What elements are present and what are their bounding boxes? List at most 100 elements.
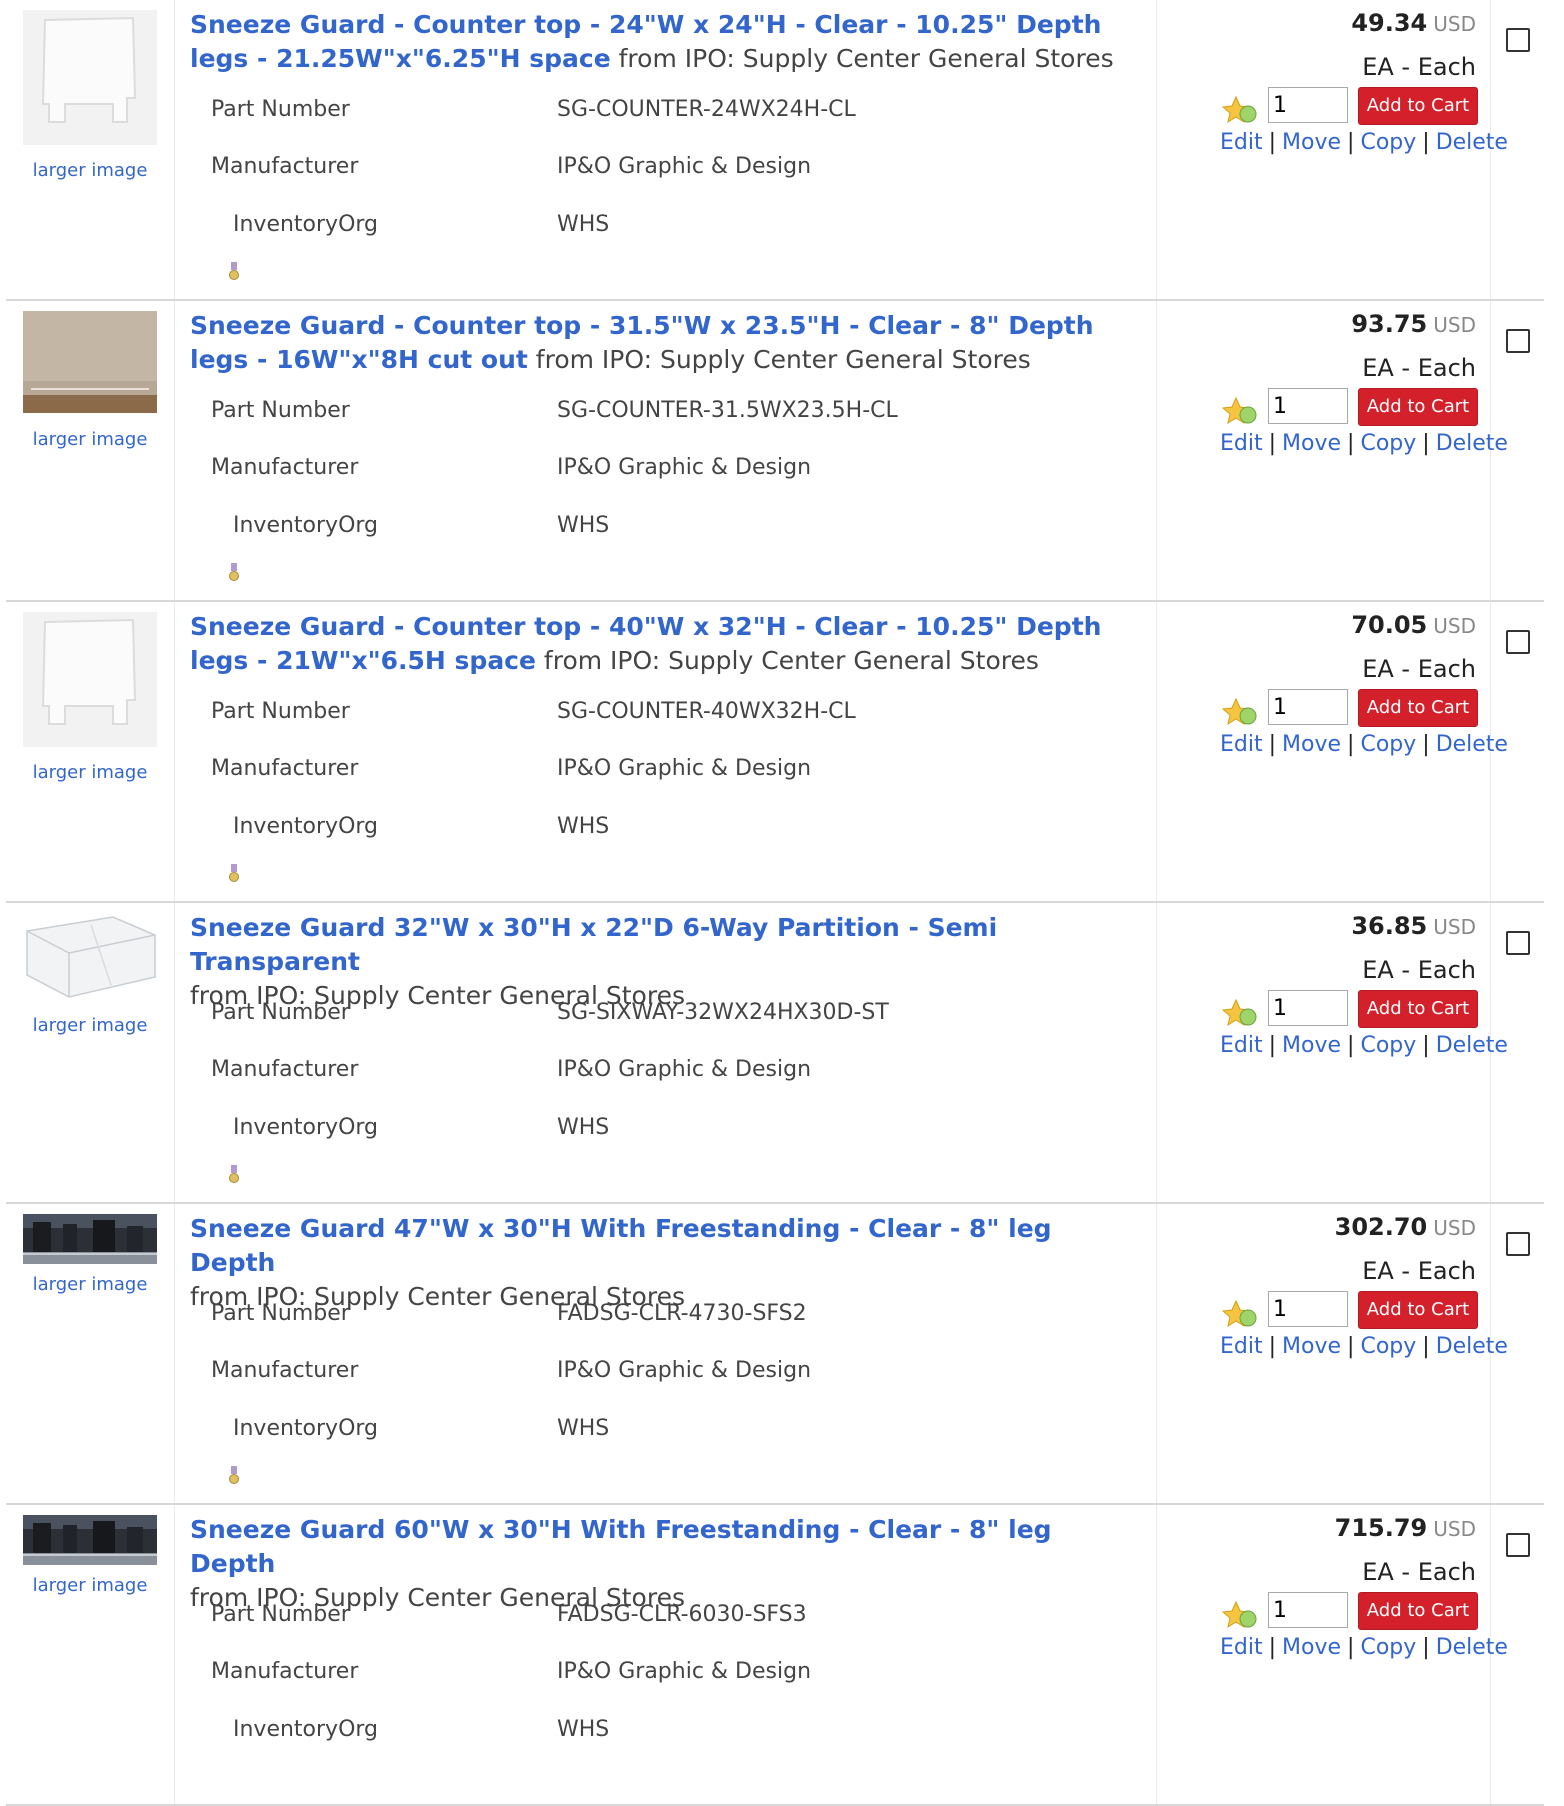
- manufacturer-value: IP&O Graphic & Design: [557, 1057, 812, 1082]
- favorite-star-icon[interactable]: [1222, 396, 1258, 426]
- larger-image-link[interactable]: larger image: [6, 1575, 174, 1596]
- edit-link[interactable]: Edit: [1220, 1635, 1263, 1660]
- unit-of-measure: EA - Each: [1362, 354, 1476, 382]
- delete-link[interactable]: Delete: [1436, 732, 1508, 757]
- select-checkbox[interactable]: [1506, 329, 1530, 353]
- separator: |: [1268, 431, 1277, 456]
- part-number-label: Part Number: [211, 97, 350, 122]
- quantity-input[interactable]: [1268, 990, 1348, 1026]
- product-name-link[interactable]: Sneeze Guard 60"W x 30"H With Freestandi…: [190, 1515, 1052, 1578]
- product-thumbnail[interactable]: [23, 913, 157, 1003]
- move-link[interactable]: Move: [1282, 1033, 1341, 1058]
- move-link[interactable]: Move: [1282, 1334, 1341, 1359]
- delete-link[interactable]: Delete: [1436, 1635, 1508, 1660]
- favorite-star-icon[interactable]: [1222, 95, 1258, 125]
- inventory-org-value: WHS: [557, 513, 610, 538]
- quantity-input[interactable]: [1268, 388, 1348, 424]
- select-checkbox[interactable]: [1506, 1232, 1530, 1256]
- select-checkbox[interactable]: [1506, 28, 1530, 52]
- separator: |: [1268, 1033, 1277, 1058]
- add-to-cart-button[interactable]: Add to Cart: [1358, 689, 1478, 727]
- edit-link[interactable]: Edit: [1220, 130, 1263, 155]
- quantity-input[interactable]: [1268, 87, 1348, 123]
- delete-link[interactable]: Delete: [1436, 431, 1508, 456]
- favorite-star-icon[interactable]: [1222, 1600, 1258, 1630]
- separator: |: [1268, 1334, 1277, 1359]
- part-number-value: FADSG-CLR-6030-SFS3: [557, 1602, 807, 1627]
- medal-icon: [229, 1165, 239, 1183]
- product-name-link[interactable]: Sneeze Guard 47"W x 30"H With Freestandi…: [190, 1214, 1052, 1277]
- separator: |: [1347, 1635, 1355, 1660]
- manufacturer-label: Manufacturer: [211, 1659, 359, 1684]
- select-checkbox[interactable]: [1506, 1533, 1530, 1557]
- unit-of-measure: EA - Each: [1362, 956, 1476, 984]
- add-to-cart-button[interactable]: Add to Cart: [1358, 388, 1478, 426]
- edit-link[interactable]: Edit: [1220, 1033, 1263, 1058]
- select-checkbox[interactable]: [1506, 931, 1530, 955]
- part-number-label: Part Number: [211, 1301, 350, 1326]
- product-name-link[interactable]: Sneeze Guard 32"W x 30"H x 22"D 6-Way Pa…: [190, 913, 997, 976]
- delete-link[interactable]: Delete: [1436, 1334, 1508, 1359]
- add-to-cart-button[interactable]: Add to Cart: [1358, 1291, 1478, 1329]
- move-link[interactable]: Move: [1282, 130, 1341, 155]
- product-thumbnail[interactable]: [23, 612, 157, 747]
- price-amount: 715.79: [1334, 1514, 1428, 1542]
- manufacturer-label: Manufacturer: [211, 154, 359, 179]
- inventory-org-label: InventoryOrg: [233, 1717, 379, 1742]
- copy-link[interactable]: Copy: [1360, 431, 1416, 456]
- move-link[interactable]: Move: [1282, 431, 1341, 456]
- larger-image-link[interactable]: larger image: [6, 429, 174, 450]
- manufacturer-label: Manufacturer: [211, 455, 359, 480]
- larger-image-link[interactable]: larger image: [6, 762, 174, 783]
- delete-link[interactable]: Delete: [1436, 1033, 1508, 1058]
- separator: |: [1268, 1635, 1277, 1660]
- favorite-star-icon[interactable]: [1222, 697, 1258, 727]
- manufacturer-label: Manufacturer: [211, 1057, 359, 1082]
- favorite-star-icon[interactable]: [1222, 1299, 1258, 1329]
- delete-link[interactable]: Delete: [1436, 130, 1508, 155]
- separator: |: [1347, 130, 1355, 155]
- product-title: Sneeze Guard 32"W x 30"H x 22"D 6-Way Pa…: [190, 911, 1140, 1013]
- add-to-cart-button[interactable]: Add to Cart: [1358, 87, 1478, 125]
- inventory-org-value: WHS: [557, 212, 610, 237]
- edit-link[interactable]: Edit: [1220, 732, 1263, 757]
- larger-image-link[interactable]: larger image: [6, 1274, 174, 1295]
- product-thumbnail[interactable]: [23, 311, 157, 413]
- quantity-input[interactable]: [1268, 689, 1348, 725]
- copy-link[interactable]: Copy: [1360, 732, 1416, 757]
- separator: |: [1268, 732, 1277, 757]
- part-number-value: SG-COUNTER-31.5WX23.5H-CL: [557, 398, 898, 423]
- part-number-value: SG-COUNTER-24WX24H-CL: [557, 97, 856, 122]
- larger-image-link[interactable]: larger image: [6, 1015, 174, 1036]
- copy-link[interactable]: Copy: [1360, 1334, 1416, 1359]
- move-link[interactable]: Move: [1282, 1635, 1341, 1660]
- copy-link[interactable]: Copy: [1360, 1033, 1416, 1058]
- medal-icon: [229, 563, 239, 581]
- product-title: Sneeze Guard 47"W x 30"H With Freestandi…: [190, 1212, 1140, 1314]
- move-link[interactable]: Move: [1282, 732, 1341, 757]
- product-thumbnail[interactable]: [23, 1515, 157, 1565]
- manufacturer-value: IP&O Graphic & Design: [557, 1659, 812, 1684]
- price-amount: 70.05: [1351, 611, 1428, 639]
- part-number-label: Part Number: [211, 398, 350, 423]
- larger-image-link[interactable]: larger image: [6, 160, 174, 181]
- product-thumbnail[interactable]: [23, 10, 157, 145]
- select-checkbox[interactable]: [1506, 630, 1530, 654]
- edit-link[interactable]: Edit: [1220, 431, 1263, 456]
- medal-icon: [229, 1466, 239, 1484]
- copy-link[interactable]: Copy: [1360, 130, 1416, 155]
- quantity-input[interactable]: [1268, 1592, 1348, 1628]
- price: 302.70 USD: [1335, 1213, 1476, 1241]
- separator: |: [1422, 1635, 1430, 1660]
- price: 49.34 USD: [1351, 9, 1476, 37]
- product-thumbnail[interactable]: [23, 1214, 157, 1264]
- copy-link[interactable]: Copy: [1360, 1635, 1416, 1660]
- price: 36.85 USD: [1351, 912, 1476, 940]
- add-to-cart-button[interactable]: Add to Cart: [1358, 990, 1478, 1028]
- quantity-input[interactable]: [1268, 1291, 1348, 1327]
- manufacturer-value: IP&O Graphic & Design: [557, 455, 812, 480]
- part-number-label: Part Number: [211, 1000, 350, 1025]
- add-to-cart-button[interactable]: Add to Cart: [1358, 1592, 1478, 1630]
- favorite-star-icon[interactable]: [1222, 998, 1258, 1028]
- edit-link[interactable]: Edit: [1220, 1334, 1263, 1359]
